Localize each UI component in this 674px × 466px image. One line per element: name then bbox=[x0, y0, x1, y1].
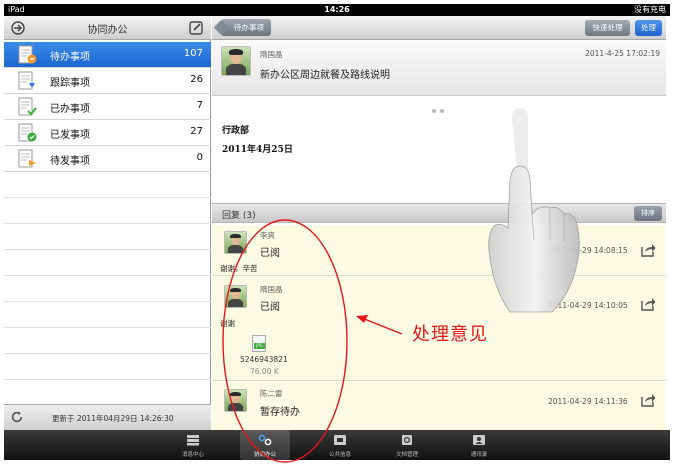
process-button[interactable]: 处理 bbox=[635, 20, 662, 36]
status-bar: iPad 14:26 没有充电 bbox=[4, 4, 670, 16]
file-type-tag: JPG bbox=[254, 343, 265, 349]
sidebar-item-label: 待发事项 bbox=[50, 156, 90, 167]
share-icon[interactable] bbox=[640, 393, 656, 407]
pending-send-doc-icon bbox=[18, 149, 36, 168]
tab-collaboration[interactable]: 协同办公 bbox=[240, 430, 290, 460]
message-date: 2011-4-25 17:02:19 bbox=[585, 49, 660, 58]
document-icon bbox=[402, 435, 412, 445]
empty-row bbox=[4, 276, 211, 302]
share-icon[interactable] bbox=[640, 297, 656, 311]
annotation-label: 处理意见 bbox=[412, 324, 488, 345]
tab-document[interactable]: 文档管理 bbox=[382, 430, 432, 460]
sidebar: 协同办公 待办事项 107 跟踪事项 26 已办事项 7 已发事项 27 待发事… bbox=[4, 16, 211, 430]
empty-row bbox=[4, 250, 211, 276]
detail-toolbar: 待办事项 快速处理 处理 bbox=[212, 16, 666, 40]
refresh-icon[interactable] bbox=[10, 410, 24, 424]
sidebar-item-label: 跟踪事项 bbox=[50, 78, 90, 89]
replies-title: 回复 (3) bbox=[222, 211, 256, 221]
sort-button[interactable]: 排序 bbox=[634, 206, 662, 221]
sidebar-header: 协同办公 bbox=[4, 16, 211, 40]
ipad-screen: iPad 14:26 没有充电 协同办公 待办事项 107 跟踪事项 26 已办… bbox=[0, 0, 674, 466]
tab-label: 通讯录 bbox=[470, 452, 488, 458]
sidebar-item-count: 7 bbox=[196, 100, 203, 111]
empty-row bbox=[4, 302, 211, 328]
sidebar-item-pending-send[interactable]: 待发事项 0 bbox=[4, 146, 211, 172]
sender-avatar bbox=[221, 46, 251, 76]
compose-icon[interactable] bbox=[188, 20, 204, 36]
reply-author: 隋国晶 bbox=[260, 285, 283, 294]
jpg-file-icon[interactable]: JPG bbox=[252, 335, 266, 352]
sidebar-item-count: 26 bbox=[190, 74, 203, 85]
status-time: 14:26 bbox=[324, 5, 350, 14]
last-updated-text: 更新于 2011年04月29日 14:26:30 bbox=[52, 414, 174, 423]
reply-item[interactable]: 陈二雷 暂存待办 2011-04-29 14:11:36 bbox=[212, 382, 666, 430]
empty-row bbox=[4, 380, 211, 406]
sidebar-item-label: 已发事项 bbox=[50, 130, 90, 141]
sidebar-item-done[interactable]: 已办事项 7 bbox=[4, 94, 211, 120]
replies-header: 回复 (3) 排序 bbox=[212, 203, 666, 223]
sidebar-item-label: 已办事项 bbox=[50, 104, 90, 115]
page-indicator bbox=[430, 98, 446, 117]
reply-status: 已阅 bbox=[260, 302, 280, 313]
tab-bar: 消息中心 协同办公 公共信息 文档管理 通讯录 bbox=[4, 430, 670, 460]
battery-status: 没有充电 bbox=[634, 5, 666, 14]
todo-doc-icon bbox=[18, 45, 37, 64]
tab-label: 协同办公 bbox=[253, 452, 276, 458]
tab-label: 消息中心 bbox=[181, 452, 204, 458]
back-button-label: 待办事项 bbox=[234, 23, 264, 32]
reply-avatar bbox=[224, 285, 247, 308]
quick-process-button[interactable]: 快速处理 bbox=[585, 20, 630, 36]
sidebar-item-count: 27 bbox=[190, 126, 203, 137]
empty-row bbox=[4, 198, 211, 224]
public-info-icon bbox=[334, 435, 346, 445]
reply-date: 2011-04-29 14:11:36 bbox=[548, 397, 628, 406]
reply-comment: 谢谢，辛苦 bbox=[220, 264, 258, 273]
attachment-name[interactable]: 5246943821 bbox=[240, 355, 288, 364]
contacts-icon bbox=[473, 435, 485, 445]
sidebar-item-todo[interactable]: 待办事项 107 bbox=[4, 42, 211, 68]
detail-panel: 待办事项 快速处理 处理 隋国晶 2011-4-25 17:02:19 新办公区… bbox=[212, 16, 666, 430]
reply-avatar bbox=[224, 389, 247, 412]
message-subject: 新办公区周边就餐及路线说明 bbox=[260, 70, 390, 81]
reply-status: 暂存待办 bbox=[260, 407, 300, 418]
sidebar-item-label: 待办事项 bbox=[50, 52, 90, 63]
tab-public-info[interactable]: 公共信息 bbox=[315, 430, 365, 460]
attachment-size: 76.00 K bbox=[250, 367, 279, 376]
sidebar-item-count: 0 bbox=[196, 152, 203, 163]
sidebar-item-sent[interactable]: 已发事项 27 bbox=[4, 120, 211, 146]
collaboration-icon bbox=[258, 434, 272, 446]
empty-row bbox=[4, 172, 211, 198]
reply-avatar bbox=[224, 231, 247, 254]
sender-name: 隋国晶 bbox=[260, 50, 283, 59]
sent-doc-icon bbox=[18, 123, 37, 142]
tab-message-center[interactable]: 消息中心 bbox=[168, 430, 218, 460]
empty-row bbox=[4, 224, 211, 250]
reply-item[interactable]: 李爽 已阅 2011-04-29 14:08:15 谢谢，辛苦 bbox=[212, 225, 666, 276]
share-icon[interactable] bbox=[640, 243, 656, 257]
message-header: 隋国晶 2011-4-25 17:02:19 新办公区周边就餐及路线说明 bbox=[212, 40, 666, 96]
empty-row bbox=[4, 328, 211, 354]
sidebar-item-count: 107 bbox=[183, 48, 203, 59]
reply-author: 陈二雷 bbox=[260, 389, 283, 398]
message-body-line: 2011年4月25日 bbox=[222, 145, 293, 155]
tab-contacts[interactable]: 通讯录 bbox=[454, 430, 504, 460]
reply-date: 2011-04-29 14:10:05 bbox=[548, 301, 628, 310]
sidebar-title: 协同办公 bbox=[87, 25, 128, 36]
reply-comment: 谢谢 bbox=[220, 319, 235, 328]
sidebar-footer: 更新于 2011年04月29日 14:26:30 bbox=[4, 404, 211, 430]
tab-label: 公共信息 bbox=[328, 452, 351, 458]
reply-status: 已阅 bbox=[260, 248, 280, 259]
done-doc-icon bbox=[18, 97, 37, 116]
message-center-icon bbox=[187, 435, 199, 446]
tab-label: 文档管理 bbox=[395, 452, 418, 458]
back-button[interactable]: 待办事项 bbox=[221, 19, 271, 36]
message-body-line: 行政部 bbox=[222, 126, 250, 136]
sidebar-item-tracking[interactable]: 跟踪事项 26 bbox=[4, 68, 211, 94]
track-doc-icon bbox=[18, 71, 35, 90]
reply-date: 2011-04-29 14:08:15 bbox=[548, 246, 628, 255]
empty-row bbox=[4, 354, 211, 380]
reply-author: 李爽 bbox=[260, 231, 275, 240]
